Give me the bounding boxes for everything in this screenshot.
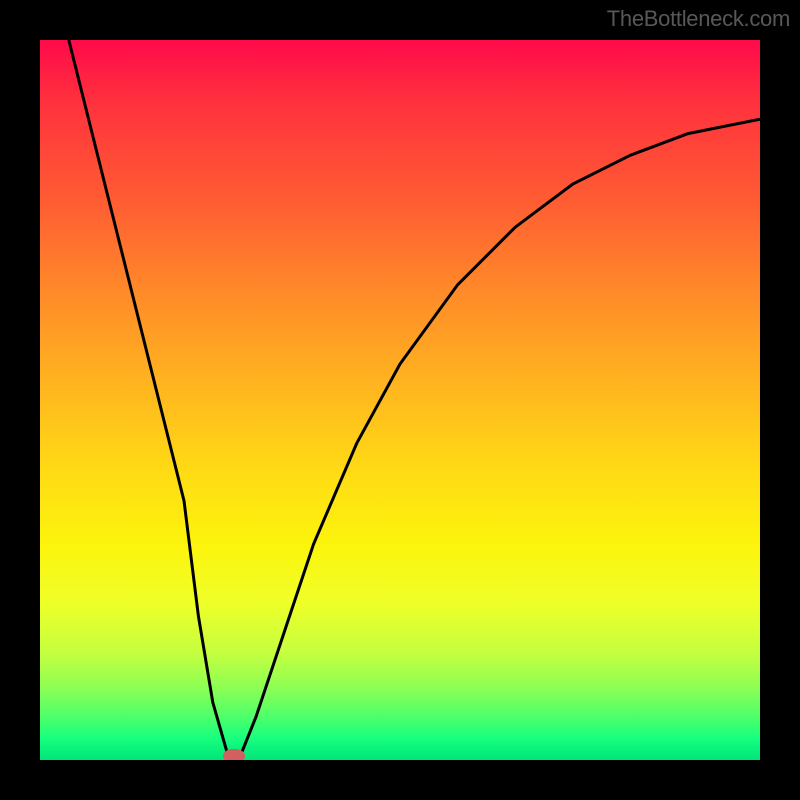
bottleneck-curve	[69, 40, 760, 760]
minimum-marker	[223, 749, 245, 760]
attribution-text: TheBottleneck.com	[607, 6, 790, 32]
chart-frame: TheBottleneck.com	[0, 0, 800, 800]
curve-svg	[40, 40, 760, 760]
plot-area	[40, 40, 760, 760]
